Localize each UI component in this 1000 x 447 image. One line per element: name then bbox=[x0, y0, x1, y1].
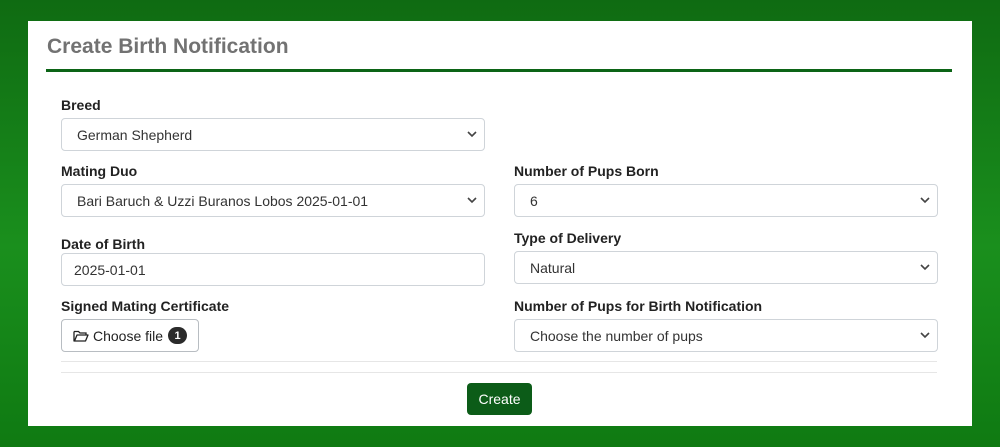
breed-value: German Shepherd bbox=[77, 126, 193, 143]
chevron-down-icon bbox=[913, 185, 937, 216]
mating-duo-label: Mating Duo bbox=[61, 163, 138, 179]
folder-open-icon bbox=[73, 329, 89, 343]
divider bbox=[61, 372, 937, 373]
date-of-birth-label: Date of Birth bbox=[61, 236, 145, 252]
mating-duo-value: Bari Baruch & Uzzi Buranos Lobos 2025-01… bbox=[77, 192, 369, 209]
pups-notification-value: Choose the number of pups bbox=[530, 327, 703, 344]
choose-file-label: Choose file bbox=[93, 327, 164, 344]
pups-born-select[interactable]: 6 bbox=[514, 184, 938, 217]
mating-duo-select[interactable]: Bari Baruch & Uzzi Buranos Lobos 2025-01… bbox=[61, 184, 485, 217]
chevron-down-icon bbox=[913, 320, 937, 351]
card-header: Create Birth Notification bbox=[46, 21, 952, 72]
chevron-down-icon bbox=[460, 185, 484, 216]
date-of-birth-value: 2025-01-01 bbox=[74, 261, 146, 278]
create-button[interactable]: Create bbox=[467, 383, 532, 415]
file-count-badge: 1 bbox=[168, 327, 188, 344]
delivery-type-value: Natural bbox=[530, 259, 576, 276]
date-of-birth-input[interactable]: 2025-01-01 bbox=[61, 253, 485, 286]
chevron-down-icon bbox=[913, 252, 937, 283]
page-title: Create Birth Notification bbox=[47, 35, 289, 58]
pups-notification-label: Number of Pups for Birth Notification bbox=[514, 298, 763, 314]
chevron-down-icon bbox=[460, 119, 484, 150]
form-card: Create Birth Notification Breed German S… bbox=[28, 21, 972, 426]
delivery-type-select[interactable]: Natural bbox=[514, 251, 938, 284]
pups-notification-select[interactable]: Choose the number of pups bbox=[514, 319, 938, 352]
divider bbox=[61, 361, 937, 362]
delivery-type-label: Type of Delivery bbox=[514, 230, 622, 246]
breed-select[interactable]: German Shepherd bbox=[61, 118, 485, 151]
choose-file-button[interactable]: Choose file 1 bbox=[61, 319, 200, 352]
pups-born-value: 6 bbox=[530, 192, 538, 209]
certificate-label: Signed Mating Certificate bbox=[61, 298, 230, 314]
pups-born-label: Number of Pups Born bbox=[514, 163, 659, 179]
breed-label: Breed bbox=[61, 97, 101, 113]
